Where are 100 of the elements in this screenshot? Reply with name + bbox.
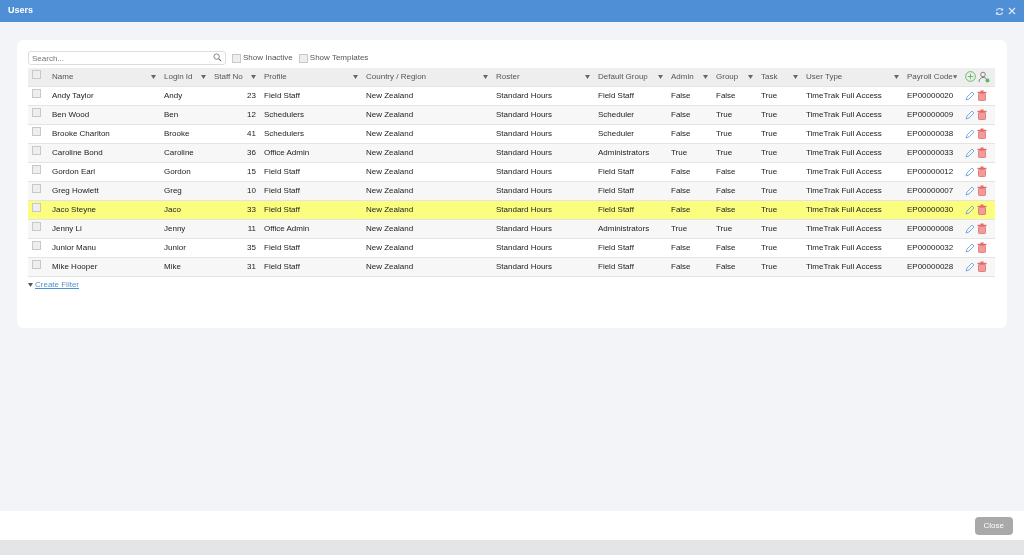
table-cell: False xyxy=(671,109,691,119)
table-cell: Andy Taylor xyxy=(52,90,94,100)
row-checkbox[interactable] xyxy=(32,146,41,155)
sort-icon[interactable] xyxy=(251,74,256,79)
table-cell: True xyxy=(761,242,778,252)
column-header[interactable]: Profile xyxy=(264,70,287,83)
sort-icon[interactable] xyxy=(703,74,708,79)
delete-icon[interactable] xyxy=(977,109,987,120)
table-cell: Greg Howlett xyxy=(52,185,99,195)
table-cell: False xyxy=(716,90,736,100)
table-cell: EP00000007 xyxy=(907,185,954,195)
table-cell: 31 xyxy=(247,261,256,271)
table-cell: EP00000028 xyxy=(907,261,954,271)
edit-icon[interactable] xyxy=(965,166,975,177)
table-cell: Jaco Steyne xyxy=(52,204,97,214)
table-cell: Caroline Bond xyxy=(52,147,103,157)
edit-icon[interactable] xyxy=(965,128,975,139)
table-cell: Greg xyxy=(164,185,182,195)
table-cell: True xyxy=(716,147,733,157)
delete-icon[interactable] xyxy=(977,128,987,139)
table-cell: True xyxy=(761,204,778,214)
table-cell: True xyxy=(716,223,733,233)
search-icon xyxy=(213,53,222,62)
edit-icon[interactable] xyxy=(965,109,975,120)
sort-icon[interactable] xyxy=(658,74,663,79)
edit-icon[interactable] xyxy=(965,261,975,272)
delete-icon[interactable] xyxy=(977,166,987,177)
create-filter-link[interactable]: Create Filter xyxy=(35,278,79,291)
edit-icon[interactable] xyxy=(965,204,975,215)
table-cell: Scheduler xyxy=(598,109,635,119)
table-cell: True xyxy=(716,128,733,138)
checkbox[interactable] xyxy=(298,53,308,63)
delete-icon[interactable] xyxy=(977,261,987,272)
table-cell: New Zealand xyxy=(366,242,414,252)
row-checkbox[interactable] xyxy=(32,203,41,212)
sort-icon[interactable] xyxy=(151,74,156,79)
table-cell: Mike Hooper xyxy=(52,261,98,271)
edit-icon[interactable] xyxy=(965,242,975,253)
table-cell: Administrators xyxy=(598,147,650,157)
table-cell: EP00000020 xyxy=(907,90,954,100)
delete-icon[interactable] xyxy=(977,242,987,253)
table-cell: 36 xyxy=(247,147,256,157)
row-checkbox[interactable] xyxy=(32,260,41,269)
table-cell: EP00000008 xyxy=(907,223,954,233)
table-cell: Schedulers xyxy=(264,109,305,119)
sort-icon[interactable] xyxy=(793,74,798,79)
table-cell: False xyxy=(716,204,736,214)
column-header[interactable]: Name xyxy=(52,70,74,83)
table-cell: True xyxy=(716,109,733,119)
sort-icon[interactable] xyxy=(483,74,488,79)
delete-icon[interactable] xyxy=(977,90,987,101)
search-field[interactable]: Search... xyxy=(28,51,226,65)
caret-icon xyxy=(28,282,33,287)
sort-icon[interactable] xyxy=(353,74,358,79)
table-cell: Scheduler xyxy=(598,128,635,138)
table-cell: New Zealand xyxy=(366,90,414,100)
table-cell: 41 xyxy=(247,128,256,138)
row-checkbox[interactable] xyxy=(32,222,41,231)
row-checkbox[interactable] xyxy=(32,241,41,250)
table-cell: True xyxy=(761,166,778,176)
add-icon[interactable] xyxy=(965,71,976,83)
refresh-icon[interactable] xyxy=(995,6,1004,16)
row-checkbox[interactable] xyxy=(32,108,41,117)
row-checkbox[interactable] xyxy=(32,127,41,136)
column-header[interactable]: Roster xyxy=(496,70,520,83)
table-cell: Standard Hours xyxy=(496,147,553,157)
table-cell: Caroline xyxy=(164,147,194,157)
table-cell: True xyxy=(761,147,778,157)
edit-icon[interactable] xyxy=(965,147,975,158)
sort-icon[interactable] xyxy=(748,74,753,79)
sort-icon[interactable] xyxy=(201,74,206,79)
edit-icon[interactable] xyxy=(965,185,975,196)
delete-icon[interactable] xyxy=(977,185,987,196)
table-cell: Brooke xyxy=(164,128,190,138)
checkbox[interactable] xyxy=(232,53,241,63)
sort-icon[interactable] xyxy=(952,74,957,79)
table-cell: TimeTrak Full Access xyxy=(806,185,882,195)
delete-icon[interactable] xyxy=(977,147,987,158)
close-icon[interactable] xyxy=(1008,7,1016,15)
table-cell: Gordon Earl xyxy=(52,166,96,176)
table-cell: 12 xyxy=(247,109,256,119)
table-cell: True xyxy=(671,147,688,157)
window-title: Users xyxy=(8,4,34,18)
select-all-checkbox[interactable] xyxy=(32,70,41,80)
table-cell: New Zealand xyxy=(366,147,414,157)
table-cell: True xyxy=(671,223,688,233)
edit-icon[interactable] xyxy=(965,223,975,234)
sort-icon[interactable] xyxy=(894,74,899,79)
table-cell: New Zealand xyxy=(366,128,414,138)
sort-icon[interactable] xyxy=(585,74,590,79)
table-cell: TimeTrak Full Access xyxy=(806,166,882,176)
delete-icon[interactable] xyxy=(977,204,987,215)
table-cell: True xyxy=(761,185,778,195)
row-checkbox[interactable] xyxy=(32,165,41,174)
add-user-icon[interactable] xyxy=(978,70,990,83)
row-checkbox[interactable] xyxy=(32,184,41,193)
row-checkbox[interactable] xyxy=(32,89,41,98)
table-cell: Field Staff xyxy=(598,185,634,195)
delete-icon[interactable] xyxy=(977,223,987,234)
edit-icon[interactable] xyxy=(965,90,975,101)
